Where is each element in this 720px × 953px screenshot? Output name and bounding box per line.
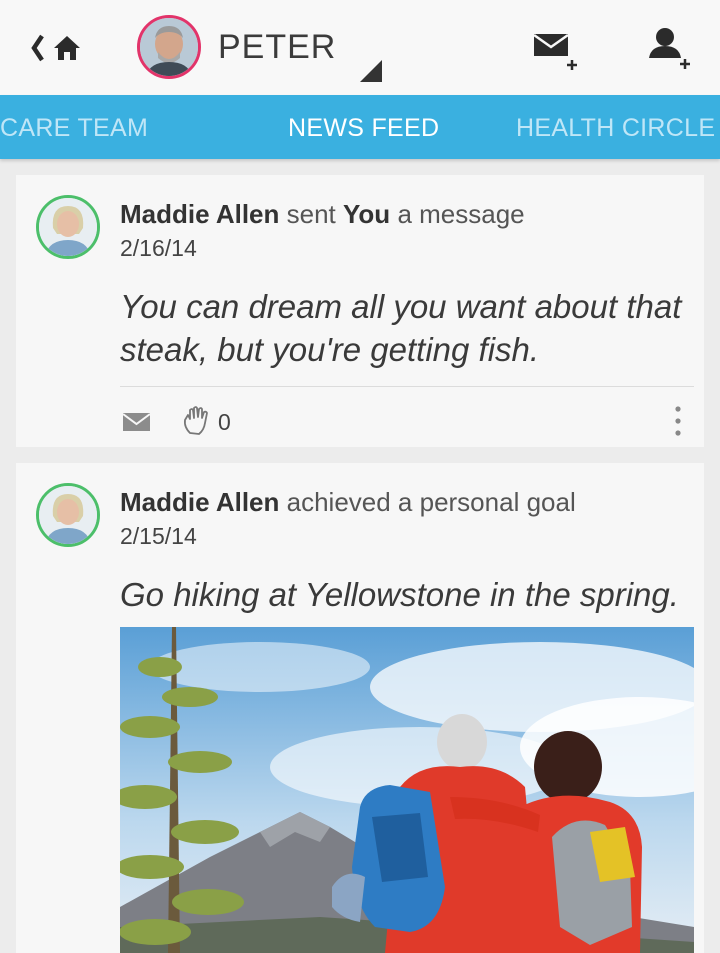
more-options-icon[interactable] (670, 404, 686, 440)
dropdown-triangle-icon[interactable] (358, 58, 384, 84)
profile-name: PETER (218, 28, 337, 66)
tab-health-circle[interactable]: HEALTH CIRCLE (516, 95, 715, 159)
feed-card: Maddie Allen achieved a personal goal 2/… (16, 463, 704, 953)
chevron-left-icon (31, 34, 44, 62)
mail-plus-icon (533, 33, 577, 70)
post-date: 2/15/14 (120, 523, 197, 549)
compose-message-button[interactable] (532, 30, 580, 72)
action-text: achieved a personal goal (286, 487, 576, 517)
post-photo[interactable] (120, 627, 694, 953)
tab-bar: CARE TEAM NEWS FEED HEALTH CIRCLE (0, 95, 720, 159)
wave-count: 0 (218, 409, 231, 435)
tab-news-feed[interactable]: NEWS FEED (288, 95, 439, 159)
post-text: Go hiking at Yellowstone in the spring. (120, 576, 679, 613)
back-home-button[interactable] (28, 30, 88, 66)
feed-headline: Maddie Allen achieved a personal goal (120, 487, 576, 518)
wave-hand-icon (183, 406, 208, 435)
tab-care-team[interactable]: CARE TEAM (0, 95, 148, 159)
reply-message-button[interactable] (122, 411, 152, 433)
feed-card: Maddie Allen sent You a message 2/16/14 … (16, 175, 704, 447)
home-icon (54, 36, 80, 60)
action-verb: sent (286, 199, 336, 229)
post-date: 2/16/14 (120, 235, 197, 261)
mail-icon (122, 413, 151, 431)
user-plus-icon (649, 28, 690, 69)
top-bar: PETER (0, 0, 720, 95)
add-user-button[interactable] (645, 26, 693, 72)
wave-button[interactable] (181, 405, 213, 437)
author-avatar[interactable] (36, 483, 100, 547)
profile-avatar[interactable] (137, 15, 201, 79)
author-name[interactable]: Maddie Allen (120, 487, 279, 517)
target-name: You (343, 199, 391, 229)
action-tail: a message (397, 199, 525, 229)
author-avatar[interactable] (36, 195, 100, 259)
feed-headline: Maddie Allen sent You a message (120, 199, 525, 230)
post-text: You can dream all you want about that st… (120, 288, 682, 368)
author-name[interactable]: Maddie Allen (120, 199, 279, 229)
divider (120, 386, 694, 387)
